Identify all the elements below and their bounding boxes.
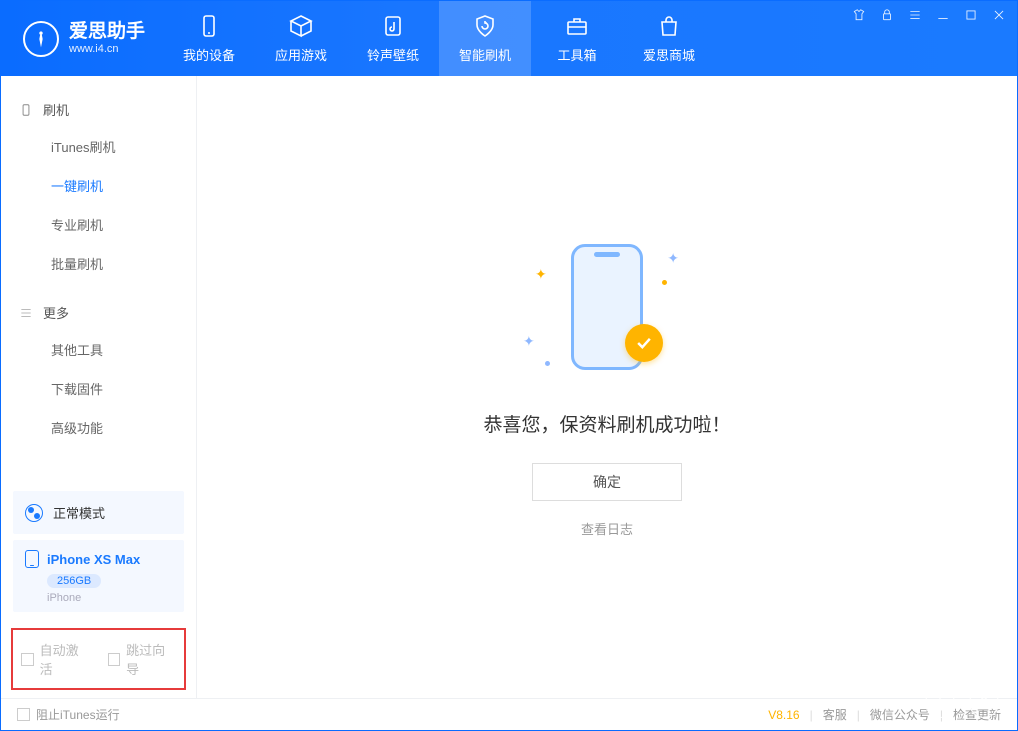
nav-tab-flash[interactable]: 智能刷机	[439, 1, 531, 76]
nav-tab-ringtones[interactable]: 铃声壁纸	[347, 1, 439, 76]
device-storage-badge: 256GB	[47, 574, 101, 588]
label-skip-guide: 跳过向导	[126, 640, 176, 678]
version-label: V8.16	[768, 708, 799, 722]
mode-label: 正常模式	[53, 503, 105, 522]
device-type: iPhone	[47, 592, 172, 604]
nav-label: 工具箱	[558, 45, 597, 64]
mode-icon	[25, 504, 43, 522]
section-label: 刷机	[43, 100, 69, 119]
body: 刷机 iTunes刷机 一键刷机 专业刷机 批量刷机 更多 其他工具 下载固件 …	[1, 76, 1017, 698]
nav-label: 智能刷机	[459, 45, 511, 64]
bag-icon	[656, 13, 682, 39]
nav-tab-toolbox[interactable]: 工具箱	[531, 1, 623, 76]
checkbox-skip-guide[interactable]	[108, 653, 121, 666]
sidebar-section-more: 更多	[1, 295, 196, 330]
nav-label: 应用游戏	[275, 45, 327, 64]
sidebar-item-itunes-flash[interactable]: iTunes刷机	[1, 127, 196, 166]
checkmark-badge-icon	[625, 324, 663, 362]
maximize-button[interactable]	[963, 7, 979, 23]
app-subtitle: www.i4.cn	[69, 43, 145, 55]
sparkle-icon: ✦	[535, 266, 547, 283]
sidebar-item-advanced[interactable]: 高级功能	[1, 408, 196, 447]
support-link[interactable]: 客服	[823, 706, 847, 723]
lock-icon[interactable]	[879, 7, 895, 23]
confirm-button[interactable]: 确定	[532, 463, 682, 501]
minimize-button[interactable]	[935, 7, 951, 23]
toolbox-icon	[564, 13, 590, 39]
statusbar: 阻止iTunes运行 V8.16 | 客服 | 微信公众号 | 检查更新	[1, 698, 1017, 730]
label-auto-activate: 自动激活	[40, 640, 90, 678]
nav-tab-my-device[interactable]: 我的设备	[163, 1, 255, 76]
success-illustration: ✦ ✦ ✦	[517, 236, 697, 386]
device-card[interactable]: iPhone XS Max 256GB iPhone	[13, 540, 184, 612]
cube-icon	[288, 13, 314, 39]
app-logo: 爱思助手 www.i4.cn	[1, 1, 163, 76]
sparkle-icon: ✦	[667, 250, 679, 267]
bottom-options-highlight: 自动激活 跳过向导	[11, 628, 186, 690]
view-log-link[interactable]: 查看日志	[581, 519, 633, 538]
nav-label: 爱思商城	[643, 45, 695, 64]
device-phone-icon	[25, 550, 39, 568]
sidebar-item-download-firmware[interactable]: 下载固件	[1, 369, 196, 408]
sparkle-icon: ✦	[523, 333, 535, 350]
phone-outline-icon	[19, 103, 33, 117]
list-icon	[19, 306, 33, 320]
app-name: 爱思助手	[69, 22, 145, 43]
logo-icon	[23, 21, 59, 57]
app-window: 爱思助手 www.i4.cn 我的设备 应用游戏 铃声壁纸 智能刷机	[0, 0, 1018, 731]
sparkle-dot-icon	[545, 361, 550, 366]
shield-refresh-icon	[472, 13, 498, 39]
window-controls	[851, 7, 1007, 23]
sparkle-dot-icon	[662, 280, 667, 285]
main-content: ✦ ✦ ✦ 恭喜您，保资料刷机成功啦！ 确定 查看日志	[197, 76, 1017, 698]
checkbox-auto-activate[interactable]	[21, 653, 34, 666]
sidebar-section-flash: 刷机	[1, 92, 196, 127]
nav-label: 铃声壁纸	[367, 45, 419, 64]
nav-tab-store[interactable]: 爱思商城	[623, 1, 715, 76]
nav-tab-apps[interactable]: 应用游戏	[255, 1, 347, 76]
menu-icon[interactable]	[907, 7, 923, 23]
sidebar-item-batch-flash[interactable]: 批量刷机	[1, 244, 196, 283]
wechat-link[interactable]: 微信公众号	[870, 706, 930, 723]
sidebar-item-oneclick-flash[interactable]: 一键刷机	[1, 166, 196, 205]
success-message: 恭喜您，保资料刷机成功啦！	[483, 410, 730, 437]
sidebar-item-pro-flash[interactable]: 专业刷机	[1, 205, 196, 244]
label-block-itunes: 阻止iTunes运行	[36, 706, 120, 723]
phone-icon	[196, 13, 222, 39]
sidebar: 刷机 iTunes刷机 一键刷机 专业刷机 批量刷机 更多 其他工具 下载固件 …	[1, 76, 197, 698]
mode-card[interactable]: 正常模式	[13, 491, 184, 534]
section-label: 更多	[43, 303, 69, 322]
sidebar-item-other-tools[interactable]: 其他工具	[1, 330, 196, 369]
nav-label: 我的设备	[183, 45, 235, 64]
tshirt-icon[interactable]	[851, 7, 867, 23]
close-button[interactable]	[991, 7, 1007, 23]
topbar: 爱思助手 www.i4.cn 我的设备 应用游戏 铃声壁纸 智能刷机	[1, 1, 1017, 76]
music-icon	[380, 13, 406, 39]
device-name: iPhone XS Max	[47, 552, 140, 567]
checkbox-block-itunes[interactable]	[17, 708, 30, 721]
